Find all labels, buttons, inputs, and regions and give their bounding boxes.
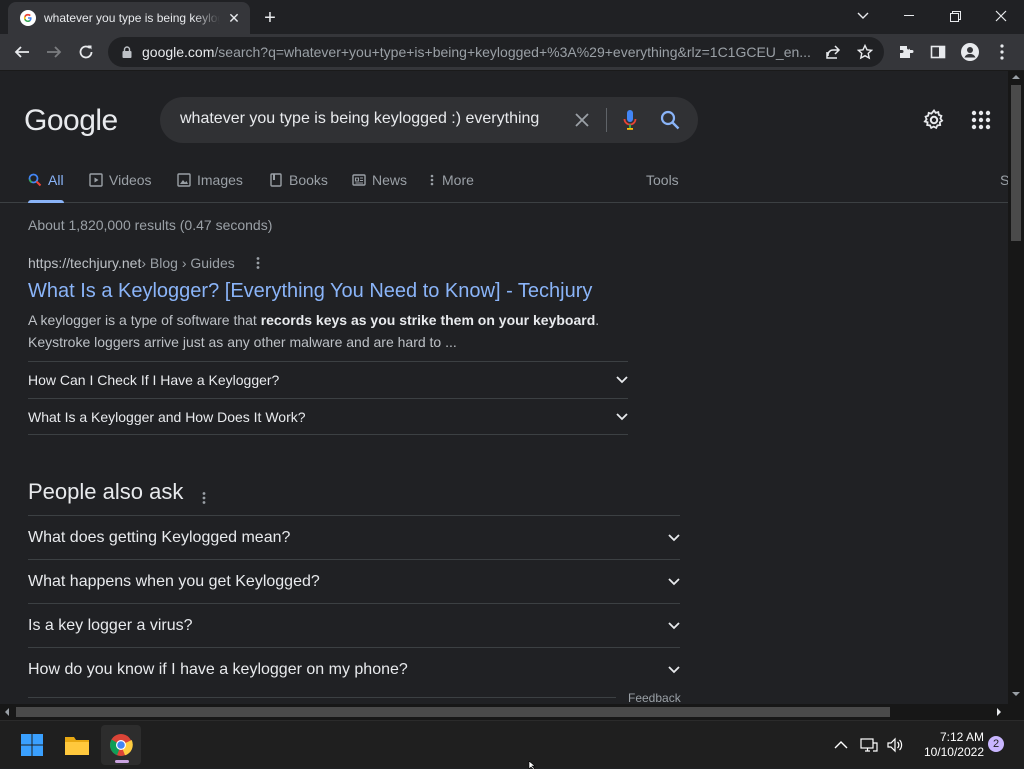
start-button[interactable] bbox=[12, 725, 52, 765]
chrome-taskbar-button[interactable] bbox=[101, 725, 141, 765]
chevron-down-icon bbox=[616, 376, 628, 384]
feedback-link[interactable]: Feedback bbox=[628, 691, 681, 705]
image-icon bbox=[177, 173, 191, 187]
search-icon bbox=[28, 173, 42, 187]
url-text[interactable]: google.com/search?q=whatever+you+type+is… bbox=[142, 44, 814, 60]
profile-avatar-icon[interactable] bbox=[956, 38, 984, 66]
close-window-icon[interactable] bbox=[978, 0, 1024, 32]
search-result: https://techjury.net › Blog › Guides Wha… bbox=[28, 255, 628, 435]
chevron-down-icon bbox=[616, 412, 628, 420]
tools-button[interactable]: Tools bbox=[646, 163, 679, 203]
browser-tab[interactable]: whatever you type is being keylogged :) … bbox=[8, 2, 250, 34]
back-icon[interactable] bbox=[8, 38, 36, 66]
reload-icon[interactable] bbox=[72, 38, 100, 66]
minimize-icon[interactable] bbox=[886, 0, 932, 32]
result-site: https://techjury.net bbox=[28, 255, 142, 271]
chevron-down-icon bbox=[668, 665, 680, 673]
video-icon bbox=[89, 173, 103, 187]
windows-logo-icon bbox=[21, 734, 43, 756]
tab-all[interactable]: All bbox=[28, 163, 64, 203]
search-submit-icon[interactable] bbox=[658, 108, 682, 132]
tab-search-icon[interactable] bbox=[840, 0, 886, 32]
side-panel-icon[interactable] bbox=[924, 38, 952, 66]
scroll-right-icon[interactable] bbox=[996, 708, 1002, 716]
news-icon bbox=[352, 173, 366, 187]
tab-more[interactable]: More bbox=[430, 163, 474, 203]
people-also-ask-list: What does getting Keylogged mean? What h… bbox=[28, 515, 680, 691]
chevron-down-icon bbox=[668, 577, 680, 585]
scroll-down-icon[interactable] bbox=[1012, 691, 1020, 697]
scroll-left-icon[interactable] bbox=[4, 708, 10, 716]
paa-question[interactable]: What does getting Keylogged mean? bbox=[28, 515, 680, 559]
result-title-link[interactable]: What Is a Keylogger? [Everything You Nee… bbox=[28, 280, 628, 303]
tab-videos[interactable]: Videos bbox=[89, 163, 152, 203]
google-favicon-icon bbox=[20, 10, 36, 26]
browser-toolbar: google.com/search?q=whatever+you+type+is… bbox=[0, 34, 1024, 71]
bookmark-star-icon[interactable] bbox=[854, 41, 876, 63]
google-apps-icon[interactable] bbox=[969, 108, 993, 132]
paa-question[interactable]: How do you know if I have a keylogger on… bbox=[28, 647, 680, 691]
windows-taskbar: 7:12 AM 10/10/2022 2 bbox=[0, 720, 1024, 769]
system-tray bbox=[834, 721, 904, 769]
taskbar-clock[interactable]: 7:12 AM 10/10/2022 bbox=[910, 730, 984, 760]
volume-icon[interactable] bbox=[886, 737, 904, 753]
clear-search-icon[interactable] bbox=[570, 108, 594, 132]
share-icon[interactable] bbox=[822, 41, 844, 63]
more-vert-icon bbox=[430, 173, 438, 187]
scrollbar-corner bbox=[1008, 704, 1024, 720]
notification-badge[interactable]: 2 bbox=[988, 736, 1004, 752]
divider bbox=[28, 697, 616, 698]
horizontal-scroll-thumb[interactable] bbox=[16, 707, 890, 717]
paa-more-vert-icon[interactable] bbox=[197, 485, 211, 504]
result-stats: About 1,820,000 results (0.47 seconds) bbox=[28, 217, 273, 233]
settings-gear-icon[interactable] bbox=[922, 108, 946, 132]
active-app-indicator bbox=[115, 760, 129, 763]
menu-kebab-icon[interactable] bbox=[988, 38, 1016, 66]
tab-news[interactable]: News bbox=[352, 163, 407, 203]
result-breadcrumb: › Blog › Guides bbox=[141, 255, 235, 271]
address-bar[interactable]: google.com/search?q=whatever+you+type+is… bbox=[108, 37, 884, 67]
tab-title: whatever you type is being keylogged :) … bbox=[44, 11, 220, 25]
chevron-down-icon bbox=[668, 533, 680, 541]
search-box[interactable]: whatever you type is being keylogged :) … bbox=[160, 97, 698, 143]
restore-icon[interactable] bbox=[932, 0, 978, 32]
folder-icon bbox=[65, 737, 89, 755]
result-snippet: A keylogger is a type of software that r… bbox=[28, 312, 600, 350]
scroll-up-icon[interactable] bbox=[1012, 74, 1020, 80]
tab-close-icon[interactable]: ✕ bbox=[226, 10, 242, 26]
paa-question[interactable]: What happens when you get Keylogged? bbox=[28, 559, 680, 603]
tab-books[interactable]: Books bbox=[269, 163, 328, 203]
result-cite[interactable]: https://techjury.net › Blog › Guides bbox=[28, 255, 628, 271]
clock-date: 10/10/2022 bbox=[923, 745, 984, 759]
faq-item[interactable]: What Is a Keylogger and How Does It Work… bbox=[28, 398, 628, 435]
safe-search-label[interactable]: S bbox=[1000, 172, 1008, 188]
vertical-scroll-thumb[interactable] bbox=[1011, 85, 1021, 241]
google-logo[interactable]: Google bbox=[24, 104, 118, 138]
book-icon bbox=[269, 173, 283, 187]
forward-icon[interactable] bbox=[40, 38, 68, 66]
network-icon[interactable] bbox=[860, 737, 878, 753]
result-faq-list: How Can I Check If I Have a Keylogger? W… bbox=[28, 361, 628, 435]
people-also-ask-heading: People also ask bbox=[28, 479, 211, 505]
file-explorer-button[interactable] bbox=[57, 725, 97, 765]
vertical-scrollbar[interactable] bbox=[1008, 71, 1024, 704]
paa-question[interactable]: Is a key logger a virus? bbox=[28, 603, 680, 647]
tab-strip: whatever you type is being keylogged :) … bbox=[0, 0, 1024, 34]
new-tab-button[interactable]: + bbox=[258, 6, 282, 30]
chevron-up-icon[interactable] bbox=[834, 741, 848, 749]
lock-icon[interactable] bbox=[120, 45, 134, 59]
search-results-page: Google whatever you type is being keylog… bbox=[0, 71, 1008, 706]
voice-search-icon[interactable] bbox=[618, 108, 642, 132]
tab-images[interactable]: Images bbox=[177, 163, 243, 203]
horizontal-scrollbar[interactable] bbox=[0, 704, 1008, 720]
chevron-down-icon bbox=[668, 621, 680, 629]
chrome-icon bbox=[109, 734, 133, 756]
search-divider bbox=[606, 108, 607, 132]
extensions-icon[interactable] bbox=[892, 38, 920, 66]
clock-time: 7:12 AM bbox=[939, 730, 984, 744]
result-more-vert-icon[interactable] bbox=[251, 256, 265, 270]
search-input[interactable]: whatever you type is being keylogged :) … bbox=[180, 110, 539, 128]
faq-item[interactable]: How Can I Check If I Have a Keylogger? bbox=[28, 361, 628, 398]
search-nav-tabs: All Videos Images Books News More Tools bbox=[0, 163, 1008, 203]
